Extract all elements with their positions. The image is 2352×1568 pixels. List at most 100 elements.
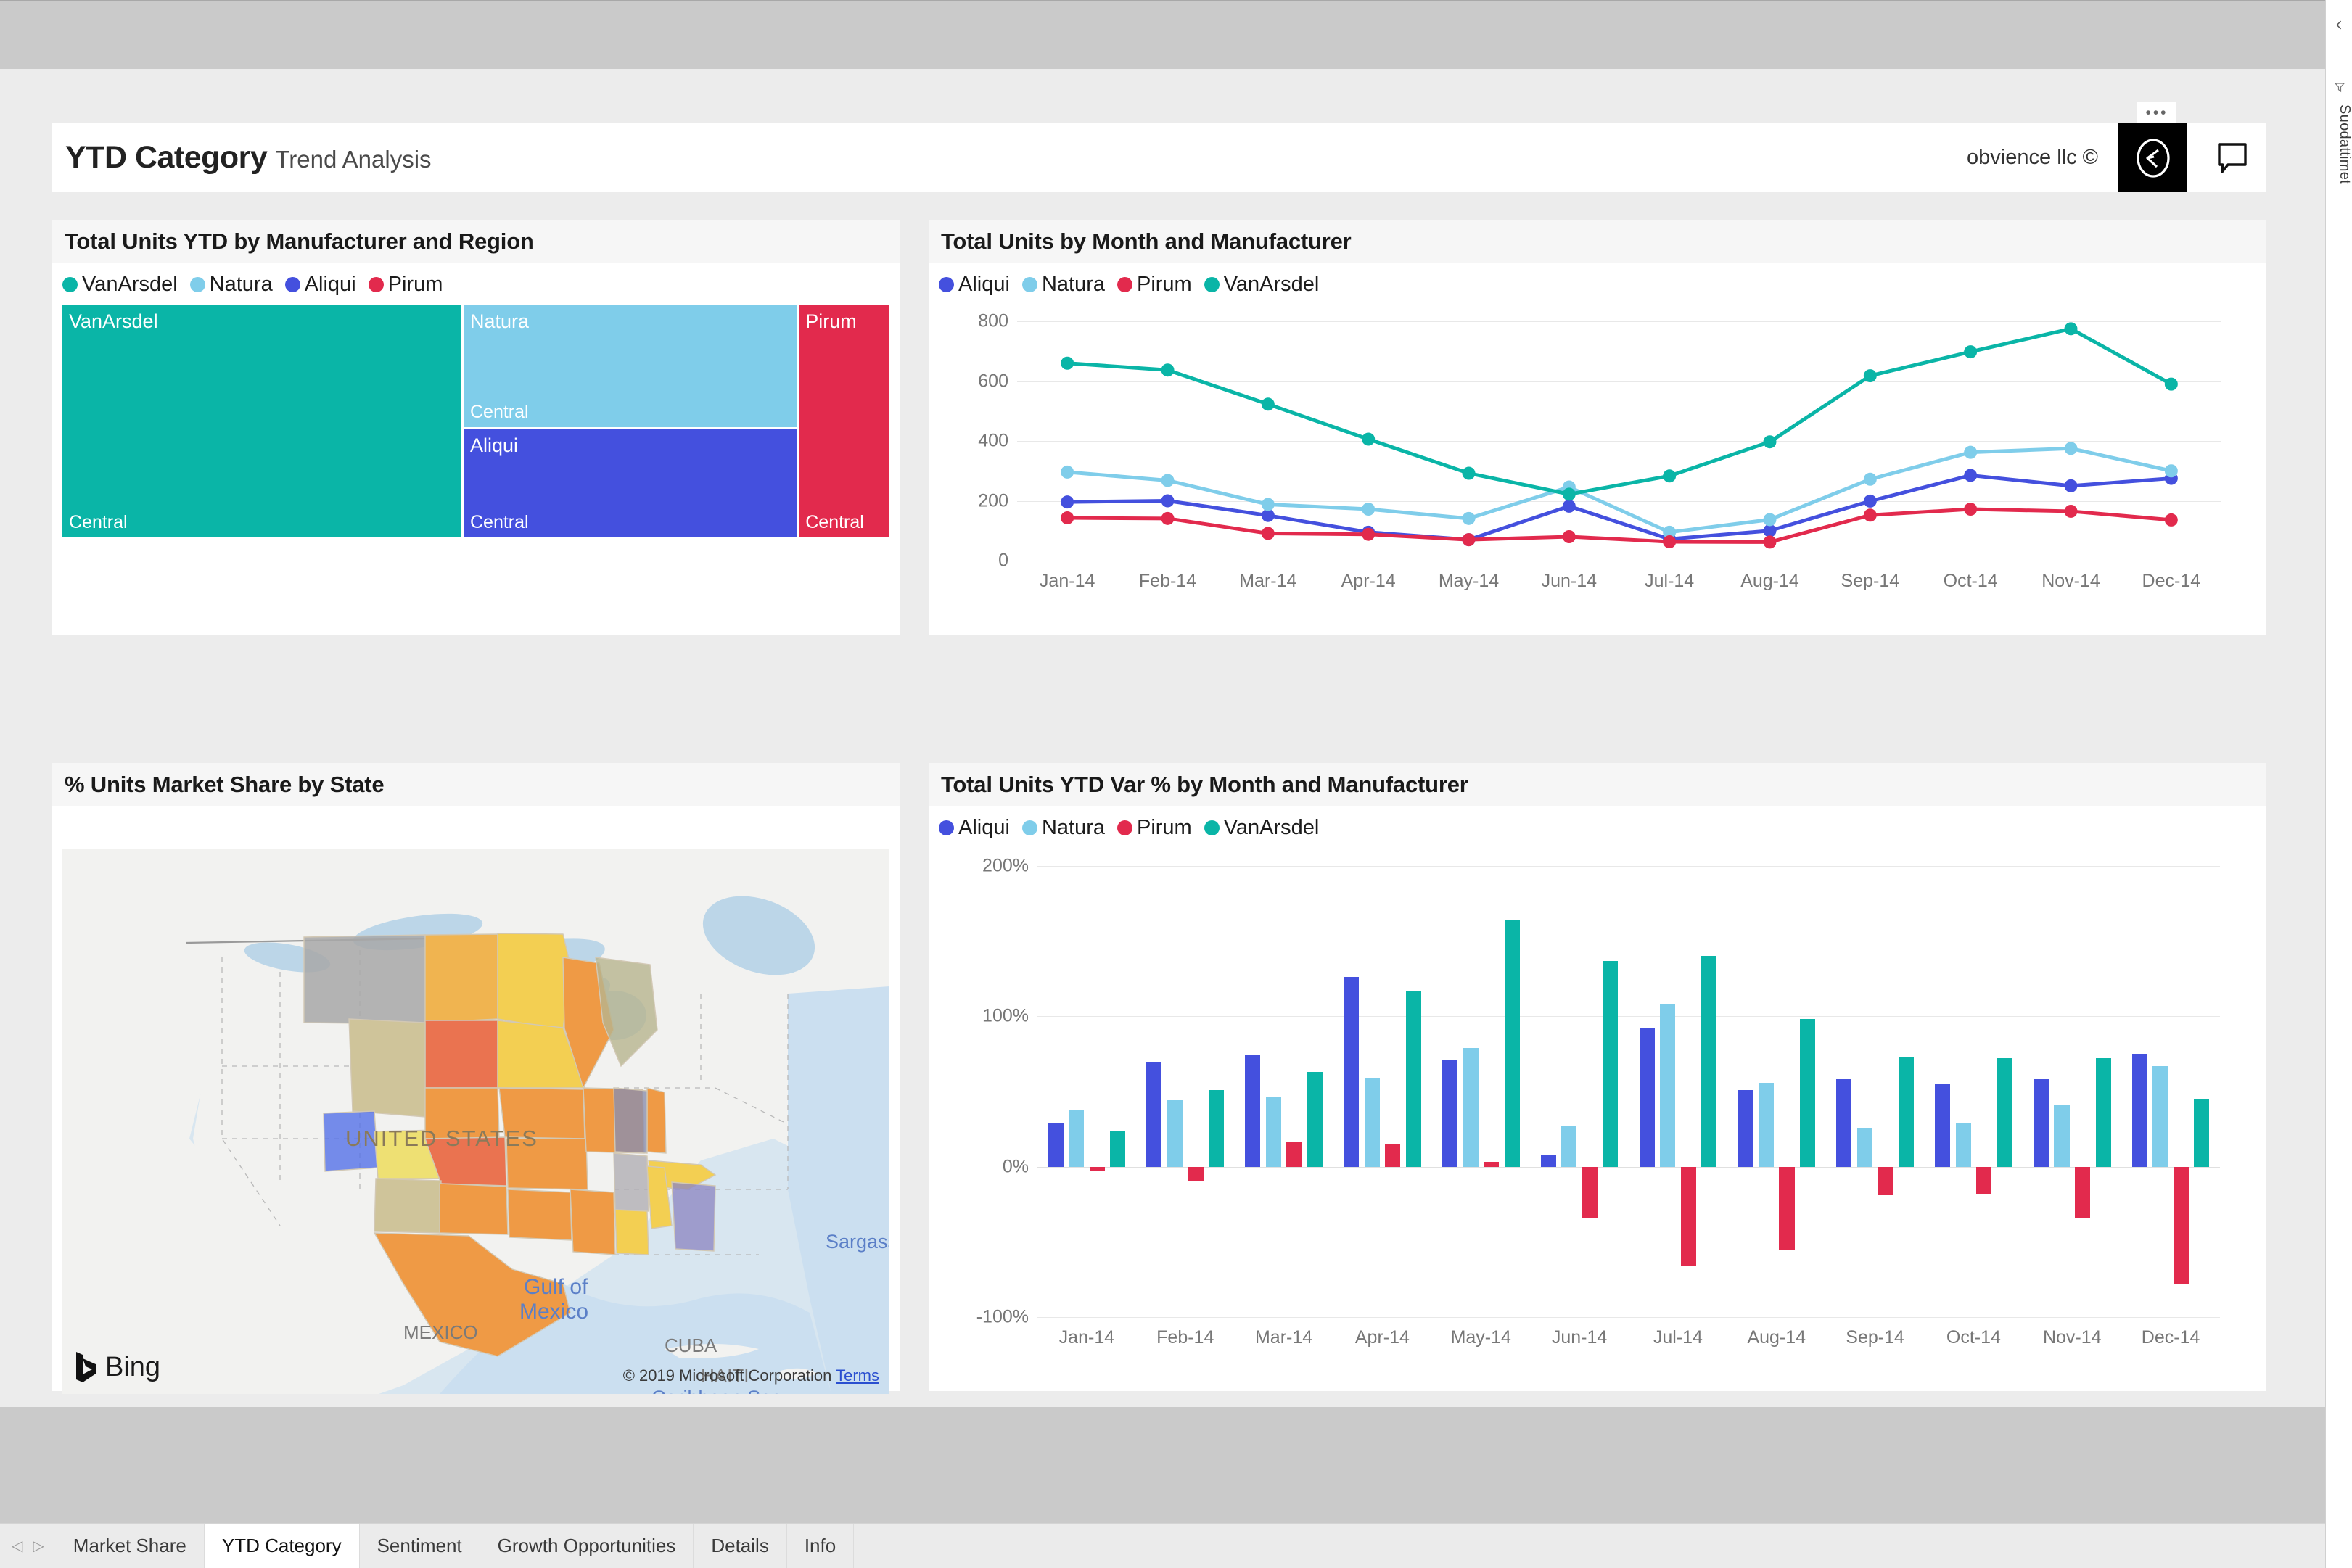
bar-aliqui[interactable] [1738,1089,1753,1167]
bar-natura[interactable] [1856,1127,1872,1167]
bar-natura[interactable] [1660,1004,1676,1167]
line-series-natura[interactable] [1066,446,2172,535]
line-marker-natura[interactable] [1964,445,1978,459]
bar-aliqui[interactable] [2033,1079,2049,1167]
bar-vanarsdel[interactable] [1800,1019,1816,1167]
line-marker-vanarsdel[interactable] [1362,432,1376,446]
line-marker-aliqui[interactable] [1562,499,1576,513]
bar-vanarsdel[interactable] [1209,1089,1225,1167]
bar-aliqui[interactable] [1442,1060,1457,1167]
page-tab-market-share[interactable]: Market Share [55,1524,205,1568]
page-tab-details[interactable]: Details [694,1524,787,1568]
legend-item-natura[interactable]: Natura [1021,273,1105,297]
bar-pirum[interactable] [1483,1162,1500,1167]
bar-pirum[interactable] [2074,1166,2091,1218]
line-marker-natura[interactable] [1863,472,1877,486]
bar-pirum[interactable] [1385,1144,1401,1167]
bar-natura[interactable] [1758,1082,1774,1167]
line-series-vanarsdel[interactable] [1066,326,2173,496]
bar-vanarsdel[interactable] [1504,920,1520,1167]
line-marker-aliqui[interactable] [1863,494,1877,508]
treemap-cell-vanarsdel[interactable]: VanArsdel Central [62,305,461,537]
bar-vanarsdel[interactable] [1110,1130,1126,1167]
bar-vanarsdel[interactable] [1997,1058,2012,1167]
line-marker-vanarsdel[interactable] [1562,487,1576,501]
map-terms-link[interactable]: Terms [836,1366,879,1385]
line-marker-pirum[interactable] [1863,508,1877,522]
bar-natura[interactable] [1561,1126,1577,1167]
line-marker-pirum[interactable] [1161,511,1175,525]
chevron-right-small-icon[interactable]: ▷ [33,1537,44,1555]
bar-pirum[interactable] [2173,1166,2189,1284]
bar-natura[interactable] [2152,1065,2168,1167]
legend-item-pirum[interactable]: Pirum [1117,273,1192,297]
treemap-cell-aliqui[interactable]: Aliqui Central [463,429,797,537]
page-tab-ytd-category[interactable]: YTD Category [204,1524,360,1568]
treemap-cell-natura[interactable]: Natura Central [463,305,797,428]
line-marker-vanarsdel[interactable] [2064,322,2078,336]
bar-vanarsdel[interactable] [2194,1099,2210,1167]
bar-vanarsdel[interactable] [1307,1072,1323,1167]
bar-natura[interactable] [1069,1109,1085,1167]
line-marker-natura[interactable] [1462,511,1476,525]
bar-aliqui[interactable] [2131,1054,2147,1167]
page-tab-sentiment[interactable]: Sentiment [359,1524,480,1568]
line-marker-vanarsdel[interactable] [1663,469,1677,483]
bar-aliqui[interactable] [1048,1123,1064,1167]
line-marker-natura[interactable] [1763,513,1777,527]
bar-aliqui[interactable] [1836,1079,1852,1167]
page-tab-growth-opportunities[interactable]: Growth Opportunities [480,1524,694,1568]
bar-natura[interactable] [2054,1105,2070,1167]
bar-vanarsdel[interactable] [1898,1057,1914,1167]
bar-aliqui[interactable] [1146,1061,1162,1167]
line-marker-vanarsdel[interactable] [1863,369,1877,383]
bar-pirum[interactable] [1680,1166,1696,1266]
bar-vanarsdel[interactable] [2095,1058,2111,1167]
bar-vanarsdel[interactable] [1701,956,1717,1167]
legend-item-pirum[interactable]: Pirum [1117,816,1192,840]
chevron-left-icon[interactable] [2326,10,2352,39]
line-marker-vanarsdel[interactable] [1964,345,1978,359]
line-marker-pirum[interactable] [1362,527,1376,541]
bar-natura[interactable] [1167,1100,1183,1167]
line-marker-pirum[interactable] [2064,504,2078,518]
bing-logo[interactable]: Bing [74,1350,160,1384]
line-marker-vanarsdel[interactable] [2164,377,2178,391]
line-marker-vanarsdel[interactable] [1061,356,1074,370]
bar-aliqui[interactable] [1935,1084,1951,1167]
bar-natura[interactable] [1463,1047,1479,1167]
chevron-left-small-icon[interactable]: ◁ [12,1537,22,1555]
line-marker-natura[interactable] [2164,464,2178,478]
bar-pirum[interactable] [1878,1166,1893,1196]
map-canvas[interactable]: UNITED STATES MEXICO CUBA HAITI Gulf of … [62,849,889,1394]
bar-pirum[interactable] [1089,1166,1105,1171]
line-marker-vanarsdel[interactable] [1462,466,1476,480]
bar-aliqui[interactable] [1639,1028,1655,1167]
bar-pirum[interactable] [1779,1166,1795,1250]
header-more-options-button[interactable]: ••• [2137,102,2176,123]
line-marker-natura[interactable] [1161,474,1175,487]
legend-item-aliqui[interactable]: Aliqui [939,273,1010,297]
line-marker-pirum[interactable] [2164,513,2178,527]
line-marker-aliqui[interactable] [1061,495,1074,509]
bar-aliqui[interactable] [1344,977,1360,1167]
line-marker-vanarsdel[interactable] [1763,435,1777,449]
line-series-pirum[interactable] [1067,507,2172,544]
page-tab-info[interactable]: Info [786,1524,855,1568]
bar-natura[interactable] [1364,1078,1380,1167]
comment-bubble-icon[interactable] [2197,123,2266,192]
bar-pirum[interactable] [1286,1142,1302,1167]
line-marker-pirum[interactable] [1663,535,1677,549]
bar-natura[interactable] [1265,1097,1281,1167]
bar-vanarsdel[interactable] [1405,991,1421,1167]
line-marker-pirum[interactable] [1964,503,1978,516]
bar-natura[interactable] [1955,1123,1971,1167]
line-marker-vanarsdel[interactable] [1161,363,1175,377]
bar-aliqui[interactable] [1245,1055,1261,1167]
filters-pane-label[interactable]: Suodattimet [2326,102,2352,184]
legend-item-pirum[interactable]: Pirum [368,273,443,297]
legend-item-natura[interactable]: Natura [1021,816,1105,840]
line-marker-vanarsdel[interactable] [1261,397,1275,411]
bar-vanarsdel[interactable] [1603,960,1619,1167]
line-marker-pirum[interactable] [1462,533,1476,547]
